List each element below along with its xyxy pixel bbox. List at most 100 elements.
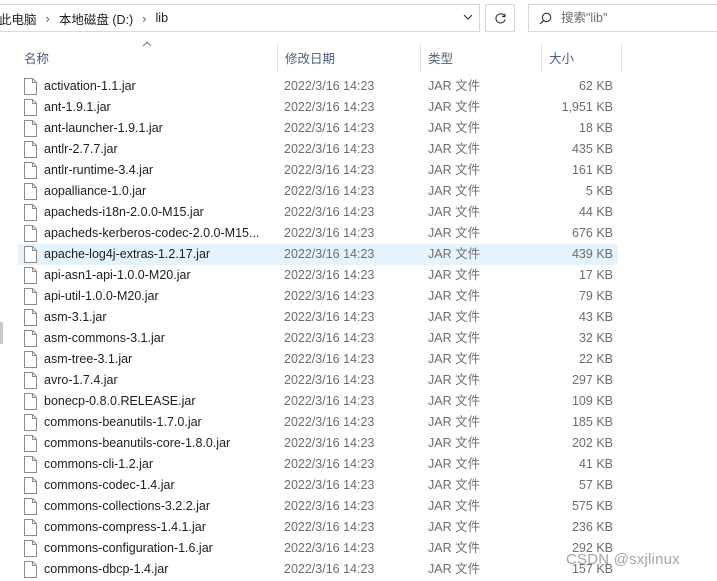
file-row[interactable]: asm-commons-3.1.jar 2022/3/16 14:23 JAR 文件…	[18, 328, 618, 349]
file-row[interactable]: antlr-2.7.7.jar 2022/3/16 14:23 JAR 文件 435 …	[18, 139, 618, 160]
file-size: 297 KB	[571, 373, 613, 387]
file-name[interactable]: commons-dbcp-1.4.jar	[44, 559, 272, 580]
file-name[interactable]: asm-tree-3.1.jar	[44, 349, 272, 370]
column-header-name[interactable]: 名称	[18, 42, 276, 72]
file-row[interactable]: asm-tree-3.1.jar 2022/3/16 14:23 JAR 文件 22 …	[18, 349, 618, 370]
file-name[interactable]: aopalliance-1.0.jar	[44, 181, 272, 202]
file-row[interactable]: asm-3.1.jar 2022/3/16 14:23 JAR 文件 43 KB	[18, 307, 618, 328]
file-row[interactable]: bonecp-0.8.0.RELEASE.jar 2022/3/16 14:23 J…	[18, 391, 618, 412]
file-name[interactable]: commons-collections-3.2.2.jar	[44, 496, 272, 517]
file-row[interactable]: apacheds-kerberos-codec-2.0.0-M15... 2022…	[18, 223, 618, 244]
file-name[interactable]: antlr-2.7.7.jar	[44, 139, 272, 160]
file-name[interactable]: activation-1.1.jar	[44, 76, 272, 97]
file-date-modified: 2022/3/16 14:23	[284, 163, 375, 177]
file-row[interactable]: commons-compress-1.4.1.jar 2022/3/16 14:2…	[18, 517, 618, 538]
breadcrumb-local-disk-d[interactable]: 本地磁盘 (D:)	[59, 9, 133, 28]
blank-file-icon	[24, 120, 37, 137]
column-divider[interactable]	[420, 42, 421, 72]
file-size: 575 KB	[571, 499, 613, 513]
blank-file-icon	[24, 246, 37, 263]
file-name[interactable]: commons-codec-1.4.jar	[44, 475, 272, 496]
breadcrumb-lib[interactable]: lib	[156, 11, 169, 25]
file-name[interactable]: asm-3.1.jar	[44, 307, 272, 328]
blank-file-icon	[24, 309, 37, 326]
file-row[interactable]: commons-collections-3.2.2.jar 2022/3/16 1…	[18, 496, 618, 517]
file-row[interactable]: apacheds-i18n-2.0.0-M15.jar 2022/3/16 14:…	[18, 202, 618, 223]
file-name[interactable]: ant-1.9.1.jar	[44, 97, 272, 118]
file-date-modified: 2022/3/16 14:23	[284, 268, 375, 282]
file-date-modified: 2022/3/16 14:23	[284, 541, 375, 555]
column-header-type[interactable]: 类型	[422, 42, 540, 72]
file-name[interactable]: apacheds-kerberos-codec-2.0.0-M15...	[44, 223, 272, 244]
file-name[interactable]: bonecp-0.8.0.RELEASE.jar	[44, 391, 272, 412]
search-input[interactable]	[561, 11, 711, 25]
file-date-modified: 2022/3/16 14:23	[284, 352, 375, 366]
file-size: 5 KB	[585, 184, 613, 198]
file-type: JAR 文件	[428, 436, 481, 450]
blank-file-icon	[24, 435, 37, 452]
blank-file-icon	[24, 141, 37, 158]
file-name[interactable]: ant-launcher-1.9.1.jar	[44, 118, 272, 139]
blank-file-icon	[24, 78, 37, 95]
file-row[interactable]: ant-launcher-1.9.1.jar 2022/3/16 14:23 JAR…	[18, 118, 618, 139]
blank-file-icon	[24, 561, 37, 578]
breadcrumb-separator-icon[interactable]: ›	[142, 11, 146, 26]
search-box[interactable]	[528, 4, 717, 32]
file-row[interactable]: commons-codec-1.4.jar 2022/3/16 14:23 JAR …	[18, 475, 618, 496]
file-row[interactable]: api-asn1-api-1.0.0-M20.jar 2022/3/16 14:2…	[18, 265, 618, 286]
file-name[interactable]: antlr-runtime-3.4.jar	[44, 160, 272, 181]
file-size: 41 KB	[578, 457, 613, 471]
file-size: 79 KB	[578, 289, 613, 303]
column-divider[interactable]	[541, 42, 542, 72]
file-name[interactable]: commons-beanutils-1.7.0.jar	[44, 412, 272, 433]
address-history-dropdown-button[interactable]	[457, 6, 479, 28]
file-size: 236 KB	[571, 520, 613, 534]
file-name[interactable]: commons-cli-1.2.jar	[44, 454, 272, 475]
file-row[interactable]: apache-log4j-extras-1.2.17.jar 2022/3/16 …	[18, 244, 618, 265]
address-bar[interactable]: 此电脑 › 本地磁盘 (D:) › lib	[0, 4, 480, 32]
breadcrumb-this-pc[interactable]: 此电脑	[0, 9, 37, 28]
file-size: 43 KB	[578, 310, 613, 324]
file-row[interactable]: ant-1.9.1.jar 2022/3/16 14:23 JAR 文件 1,951 …	[18, 97, 618, 118]
column-divider[interactable]	[621, 42, 622, 72]
blank-file-icon	[24, 456, 37, 473]
file-row[interactable]: aopalliance-1.0.jar 2022/3/16 14:23 JAR 文件…	[18, 181, 618, 202]
file-row[interactable]: avro-1.7.4.jar 2022/3/16 14:23 JAR 文件 297 K…	[18, 370, 618, 391]
file-row[interactable]: commons-beanutils-1.7.0.jar 2022/3/16 14:…	[18, 412, 618, 433]
file-name[interactable]: api-asn1-api-1.0.0-M20.jar	[44, 265, 272, 286]
column-divider[interactable]	[277, 42, 278, 72]
file-name[interactable]: avro-1.7.4.jar	[44, 370, 272, 391]
file-row[interactable]: commons-dbcp-1.4.jar 2022/3/16 14:23 JAR 文…	[18, 559, 618, 580]
file-row[interactable]: commons-configuration-1.6.jar 2022/3/16 1…	[18, 538, 618, 559]
file-name[interactable]: commons-beanutils-core-1.8.0.jar	[44, 433, 272, 454]
file-size: 439 KB	[571, 247, 613, 261]
file-row[interactable]: api-util-1.0.0-M20.jar 2022/3/16 14:23 JAR…	[18, 286, 618, 307]
file-name[interactable]: asm-commons-3.1.jar	[44, 328, 272, 349]
column-header-date-modified[interactable]: 修改日期	[279, 42, 419, 72]
blank-file-icon	[24, 498, 37, 515]
column-header-size[interactable]: 大小	[543, 42, 621, 72]
refresh-button[interactable]	[485, 4, 515, 32]
file-row[interactable]: commons-cli-1.2.jar 2022/3/16 14:23 JAR 文件…	[18, 454, 618, 475]
file-name[interactable]: apache-log4j-extras-1.2.17.jar	[44, 244, 272, 265]
file-row[interactable]: activation-1.1.jar 2022/3/16 14:23 JAR 文件 6…	[18, 76, 618, 97]
file-size: 44 KB	[578, 205, 613, 219]
file-date-modified: 2022/3/16 14:23	[284, 415, 375, 429]
file-row[interactable]: antlr-runtime-3.4.jar 2022/3/16 14:23 JAR …	[18, 160, 618, 181]
file-type: JAR 文件	[428, 100, 481, 114]
file-name[interactable]: apacheds-i18n-2.0.0-M15.jar	[44, 202, 272, 223]
file-row[interactable]: commons-beanutils-core-1.8.0.jar 2022/3/1…	[18, 433, 618, 454]
breadcrumb-separator-icon[interactable]: ›	[46, 11, 50, 26]
file-name[interactable]: commons-configuration-1.6.jar	[44, 538, 272, 559]
file-name[interactable]: api-util-1.0.0-M20.jar	[44, 286, 272, 307]
blank-file-icon	[24, 477, 37, 494]
file-date-modified: 2022/3/16 14:23	[284, 499, 375, 513]
file-size: 32 KB	[578, 331, 613, 345]
file-type: JAR 文件	[428, 163, 481, 177]
blank-file-icon	[24, 414, 37, 431]
file-size: 17 KB	[578, 268, 613, 282]
file-name[interactable]: commons-compress-1.4.1.jar	[44, 517, 272, 538]
file-date-modified: 2022/3/16 14:23	[284, 205, 375, 219]
blank-file-icon	[24, 183, 37, 200]
file-type: JAR 文件	[428, 310, 481, 324]
